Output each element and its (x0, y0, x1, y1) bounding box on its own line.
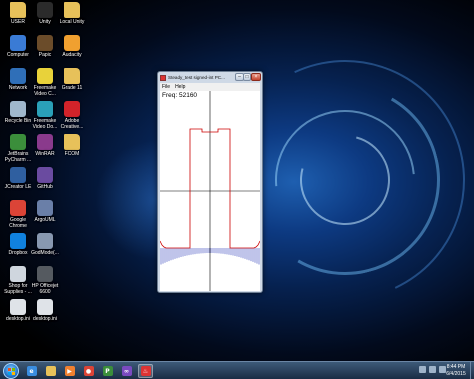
desktop-icon-label: ArgoUML (34, 217, 56, 223)
taskbar-item[interactable]: ♨ (138, 364, 153, 378)
flag-icon[interactable] (419, 366, 426, 373)
waveform-canvas: Freq: 52160 (160, 91, 260, 291)
taskbar-item[interactable]: ∞ (119, 364, 134, 378)
visual-studio-icon: ∞ (121, 366, 132, 376)
ie-icon: e (26, 366, 37, 376)
menu-file[interactable]: File (162, 84, 170, 90)
desktop-icon-label: FCOM (64, 151, 80, 157)
waveform-plot (160, 91, 260, 291)
desktop-icon-label: Local Unity (59, 19, 85, 25)
pycharm-icon (10, 134, 26, 150)
java-app-icon (160, 74, 166, 81)
desktop-icon[interactable]: Local Unity (57, 2, 87, 38)
windows-logo-icon (8, 368, 15, 375)
menu-help[interactable]: Help (175, 84, 185, 90)
app-window[interactable]: Steady_test signed-int PC... – □ × File … (157, 71, 263, 293)
desktop-icon[interactable]: ArgoUML (30, 200, 60, 236)
java-app-icon: ♨ (140, 366, 151, 376)
desktop-icon-label: Adobe Creative... (60, 118, 84, 130)
computer-icon (10, 35, 26, 51)
clock-time: 8:44 PM (446, 364, 466, 370)
desktop-icon-label: Audacity (62, 52, 82, 58)
freemake-icon (37, 68, 53, 84)
close-button[interactable]: × (251, 73, 261, 81)
folder-icon (10, 2, 26, 18)
taskbar-item[interactable]: ● (81, 364, 96, 378)
wallpaper-swirl (246, 81, 444, 279)
folder-icon (64, 2, 80, 18)
explorer-icon (45, 366, 56, 376)
chrome-icon (10, 200, 26, 216)
desktop-icon[interactable]: HP Officejet 6600 (30, 266, 60, 302)
desktop-icon-label: GitHub (37, 184, 53, 190)
winrar-icon (37, 134, 53, 150)
papic-icon (37, 35, 53, 51)
show-desktop-button[interactable] (470, 362, 474, 379)
taskbar-item[interactable]: e (24, 364, 39, 378)
wallpaper-swirl (228, 63, 462, 297)
desktop-icon[interactable]: Adobe Creative... (57, 101, 87, 137)
media-player-icon: ▶ (64, 366, 75, 376)
clock[interactable]: 8:44 PM 6/4/2015 (444, 364, 468, 377)
desktop-icon[interactable]: Audacity (57, 35, 87, 71)
github-icon (37, 167, 53, 183)
ini-file-icon (10, 299, 26, 315)
window-titlebar[interactable]: Steady_test signed-int PC... – □ × (158, 72, 262, 83)
clock-date: 6/4/2015 (446, 370, 466, 377)
jcreator-icon (10, 167, 26, 183)
chrome-icon: ● (83, 366, 94, 376)
network-icon[interactable] (429, 366, 436, 373)
unity-icon (37, 2, 53, 18)
audacity-icon (64, 35, 80, 51)
system-tray (419, 366, 446, 373)
pycharm-icon: P (102, 366, 113, 376)
printer-icon (37, 266, 53, 282)
taskbar-item[interactable] (43, 364, 58, 378)
network-icon (10, 68, 26, 84)
freemake-icon (37, 101, 53, 117)
start-button[interactable] (3, 363, 19, 379)
folder-icon (64, 134, 80, 150)
desktop-icon-label: GodMode(... (31, 250, 59, 256)
desktop-icon[interactable]: FCOM (57, 134, 87, 170)
taskbar-item[interactable]: ▶ (62, 364, 77, 378)
argouml-icon (37, 200, 53, 216)
window-title: Steady_test signed-int PC... (168, 75, 225, 80)
desktop-icon[interactable]: desktop.ini (30, 299, 60, 335)
dropbox-icon (10, 233, 26, 249)
taskbar: e ▶ ● P ∞ ♨ 8:44 PM 6/4/2015 (0, 361, 474, 379)
desktop-icon[interactable]: Grade 11 (57, 68, 87, 104)
desktop-icon-label: desktop.ini (33, 316, 57, 322)
desktop-icon-label: Grade 11 (61, 85, 83, 91)
maximize-button[interactable]: □ (243, 73, 251, 81)
adobe-cc-icon (64, 101, 80, 117)
desktop-icon[interactable]: GodMode(... (30, 233, 60, 269)
desktop-icon-label: HP Officejet 6600 (31, 283, 59, 295)
printer-icon (10, 266, 26, 282)
taskbar-item[interactable]: P (100, 364, 115, 378)
folder-icon (64, 68, 80, 84)
desktop-icon[interactable]: GitHub (30, 167, 60, 203)
recycle-bin-icon (10, 101, 26, 117)
frequency-readout: Freq: 52160 (162, 92, 198, 99)
wallpaper-swirl (283, 118, 407, 242)
godmode-icon (37, 233, 53, 249)
ini-file-icon (37, 299, 53, 315)
menubar: File Help (160, 83, 260, 91)
